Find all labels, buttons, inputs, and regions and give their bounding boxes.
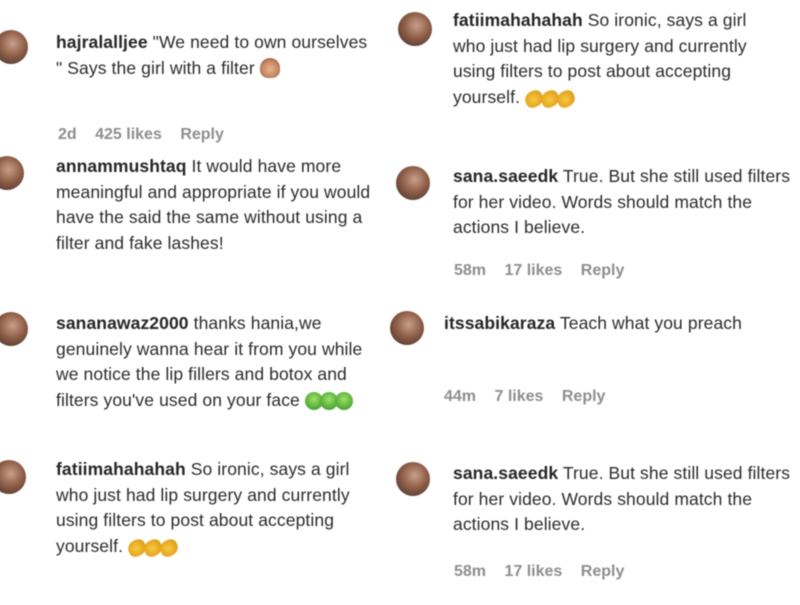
- comment-time: 58m: [454, 262, 487, 279]
- reply-button[interactable]: Reply: [180, 126, 224, 143]
- comment-text: itssabikaraza Teach what you preach: [444, 311, 774, 337]
- avatar[interactable]: [0, 30, 28, 64]
- comment-likes[interactable]: 17 likes: [504, 262, 562, 279]
- comment-likes[interactable]: 425 likes: [95, 126, 162, 143]
- comment-meta: 58m 17 likes Reply: [454, 262, 638, 280]
- reply-button[interactable]: Reply: [581, 563, 625, 580]
- comment-text: sananawaz2000 thanks hania,we genuinely …: [56, 311, 376, 417]
- comment-likes[interactable]: 7 likes: [494, 388, 543, 405]
- comment-text: annammushtaq It would have more meaningf…: [56, 154, 376, 256]
- comment-text: fatiimahahahah So ironic, says a girl wh…: [453, 8, 783, 114]
- comment-meta: 2d 425 likes Reply: [58, 126, 238, 144]
- avatar[interactable]: [396, 462, 430, 496]
- nauseated-face-emoji-icon: [304, 391, 353, 418]
- comment-username[interactable]: itssabikaraza: [444, 313, 555, 333]
- comment-username[interactable]: annammushtaq: [56, 156, 187, 176]
- comment-likes[interactable]: 17 likes: [504, 563, 562, 580]
- comment-time: 58m: [454, 563, 487, 580]
- avatar[interactable]: [0, 312, 28, 346]
- avatar[interactable]: [0, 156, 24, 190]
- avatar[interactable]: [0, 460, 26, 494]
- person-facepalming-emoji-icon: [259, 57, 280, 86]
- avatar[interactable]: [396, 166, 430, 200]
- comment-username[interactable]: fatiimahahahah: [56, 459, 186, 479]
- clapping-hands-emoji-icon: [522, 87, 578, 115]
- comment-username[interactable]: sananawaz2000: [56, 313, 189, 333]
- comment-text: sana.saeedk True. But she still used fil…: [453, 164, 798, 241]
- comment-meta: 44m 7 likes Reply: [444, 388, 619, 406]
- comment-text: fatiimahahahah So ironic, says a girl wh…: [56, 457, 386, 563]
- reply-button[interactable]: Reply: [562, 388, 606, 405]
- comment-username[interactable]: sana.saeedk: [453, 166, 558, 186]
- comment-username[interactable]: hajralalljee: [56, 32, 148, 52]
- comment-time: 2d: [58, 126, 77, 143]
- comment-meta: 58m 17 likes Reply: [454, 563, 638, 581]
- comment-text: hajralalljee "We need to own ourselves "…: [56, 30, 376, 85]
- comment-body: Teach what you preach: [559, 313, 742, 333]
- reply-button[interactable]: Reply: [581, 262, 625, 279]
- clapping-hands-emoji-icon: [125, 536, 181, 564]
- comment-time: 44m: [444, 388, 477, 405]
- comment-text: sana.saeedk True. But she still used fil…: [453, 461, 798, 538]
- avatar[interactable]: [390, 311, 424, 345]
- comment-username[interactable]: fatiimahahahah: [453, 10, 583, 30]
- avatar[interactable]: [398, 12, 432, 46]
- comment-username[interactable]: sana.saeedk: [453, 463, 558, 483]
